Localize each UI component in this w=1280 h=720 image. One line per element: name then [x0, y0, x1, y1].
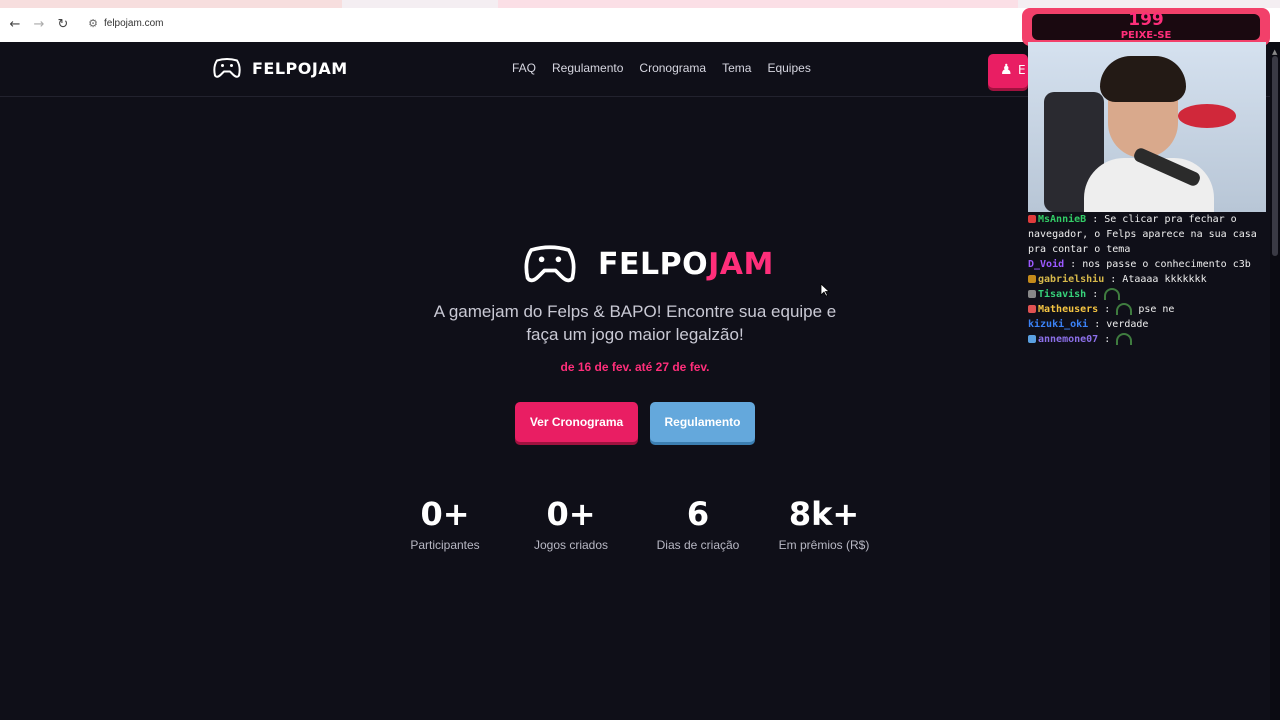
- hero-logo: FELPOJAM: [522, 242, 774, 286]
- chat-message: gabrielshiu : Ataaaa kkkkkkk: [1028, 272, 1268, 287]
- chat-message: annemone07 :: [1028, 332, 1268, 347]
- tagline-line-1: A gamejam do Felps & BAPO! Encontre sua …: [433, 302, 837, 321]
- stat-value: 6: [686, 495, 710, 533]
- chat-badge: [1028, 335, 1036, 343]
- gamepad-icon: [524, 245, 576, 283]
- stat-games: 0+ Jogos criados: [501, 494, 641, 552]
- chat-message: Matheusers : pse ne: [1028, 302, 1268, 317]
- chat-badge: [1028, 275, 1036, 283]
- chat-text: Ataaaa kkkkkkk: [1122, 274, 1207, 285]
- emote-icon: [1116, 333, 1133, 345]
- emote-icon: [1104, 288, 1121, 300]
- scroll-up-icon[interactable]: ▲: [1272, 48, 1277, 56]
- browser-tab-strip: [0, 0, 1280, 8]
- stream-chat: MsAnnieB : Se clicar pra fechar o navega…: [1028, 212, 1268, 347]
- chat-message: kizuki_oki : verdade: [1028, 319, 1149, 330]
- chat-username: annemone07: [1038, 334, 1099, 345]
- chat-badge: [1028, 215, 1036, 223]
- reload-icon[interactable]: ↻: [54, 16, 72, 34]
- webcam-feed: [1028, 42, 1266, 212]
- stat-prizes: 8k+ Em prêmios (R$): [754, 494, 894, 552]
- chat-message: Tisavish :: [1028, 287, 1268, 302]
- hero-brand: FELPOJAM: [598, 247, 774, 282]
- stat-label: Dias de criação: [656, 538, 740, 552]
- url-field[interactable]: felpojam.com: [104, 18, 163, 29]
- chat-badge: [1028, 305, 1036, 313]
- stat-value: 0+: [546, 495, 596, 533]
- chat-username: Matheusers: [1038, 304, 1099, 315]
- brand-felpo: FELPO: [598, 246, 709, 282]
- cam-drum: [1178, 104, 1236, 128]
- chat-username: Tisavish: [1038, 289, 1087, 300]
- chat-message: MsAnnieB : Se clicar pra fechar o navega…: [1028, 214, 1257, 255]
- stat-value: 8k+: [788, 495, 860, 533]
- chat-badge: [1028, 290, 1036, 298]
- chat-username: kizuki_oki: [1028, 319, 1089, 330]
- chat-text: nos passe o conhecimento c3b: [1082, 259, 1251, 270]
- cam-person-hair: [1100, 56, 1186, 102]
- stat-label: Participantes: [410, 538, 480, 552]
- stat-label: Jogos criados: [533, 538, 609, 552]
- event-dates: de 16 de fev. até 27 de fev.: [560, 360, 710, 374]
- chat-text: verdade: [1106, 319, 1149, 330]
- counter-value: 199: [1128, 10, 1164, 30]
- stat-days: 6 Dias de criação: [628, 494, 768, 552]
- chat-username: gabrielshiu: [1038, 274, 1105, 285]
- back-icon[interactable]: ←: [6, 16, 24, 34]
- stat-participants: 0+ Participantes: [375, 494, 515, 552]
- forward-icon[interactable]: →: [30, 16, 48, 34]
- chat-text: pse ne: [1138, 304, 1175, 315]
- browser-tab[interactable]: [0, 0, 342, 8]
- brand-jam: JAM: [708, 246, 774, 282]
- tagline-line-2: faça um jogo maior legalzão!: [526, 325, 744, 344]
- emote-icon: [1116, 303, 1133, 315]
- mouse-cursor-icon: [820, 283, 830, 297]
- chat-username: D_Void: [1028, 259, 1065, 270]
- rules-button[interactable]: Regulamento: [650, 402, 755, 442]
- view-schedule-button[interactable]: Ver Cronograma: [515, 402, 638, 442]
- chat-message: D_Void : nos passe o conhecimento c3b: [1028, 259, 1251, 270]
- chat-username: MsAnnieB: [1038, 214, 1087, 225]
- counter-label: PEIXE-SE: [1120, 30, 1172, 41]
- stat-label: Em prêmios (R$): [778, 538, 870, 552]
- browser-tab[interactable]: [498, 0, 1018, 8]
- stat-value: 0+: [420, 495, 470, 533]
- site-settings-icon[interactable]: ⚙: [86, 17, 100, 31]
- scrollbar-thumb[interactable]: [1272, 56, 1278, 256]
